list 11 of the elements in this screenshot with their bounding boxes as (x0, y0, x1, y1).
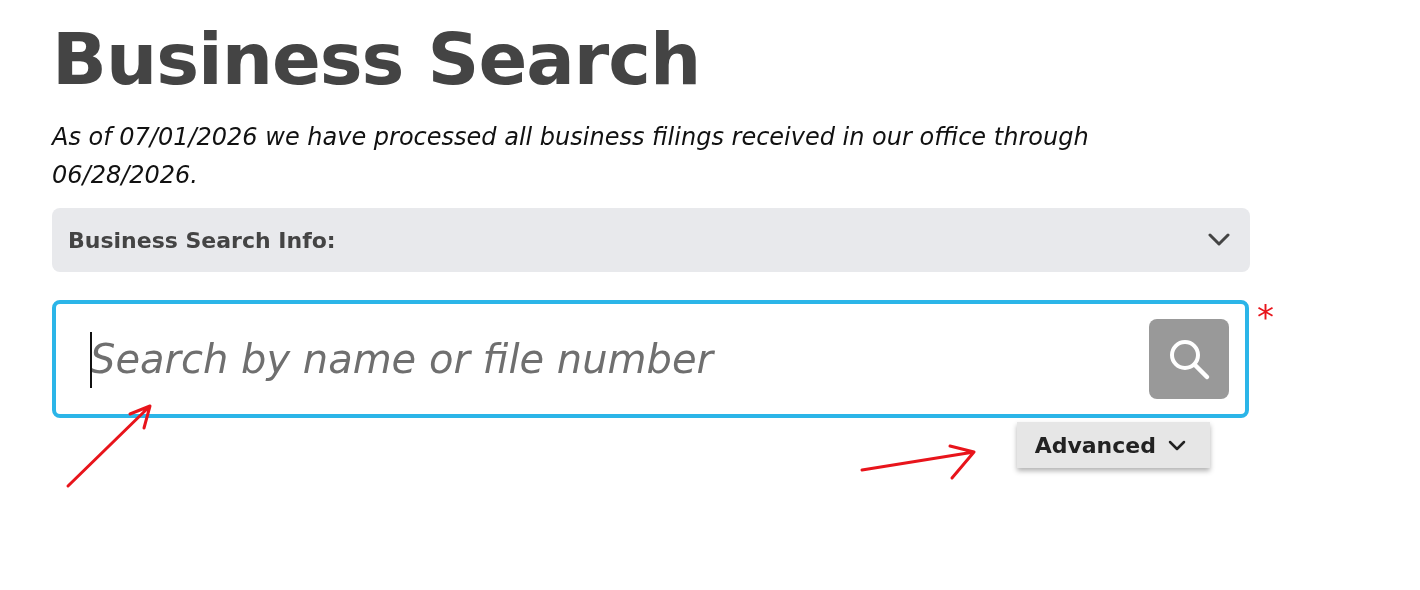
search-button[interactable] (1149, 319, 1229, 399)
advanced-button[interactable]: Advanced (1016, 422, 1210, 468)
search-box[interactable]: Search by name or file number (52, 300, 1249, 418)
chevron-icon (1168, 439, 1186, 451)
chevron-icon (1208, 233, 1230, 247)
required-mark: * (1257, 300, 1274, 334)
info-panel-header[interactable]: Business Search Info: (52, 208, 1250, 272)
search-field[interactable]: Search by name or file number (88, 335, 1149, 383)
notice-text: As of 07/01/2026 we have processed all business filings received in our office through 06/28/2026. (52, 122, 1090, 191)
page-title: Business Search (52, 16, 702, 103)
search-icon (1167, 337, 1211, 381)
